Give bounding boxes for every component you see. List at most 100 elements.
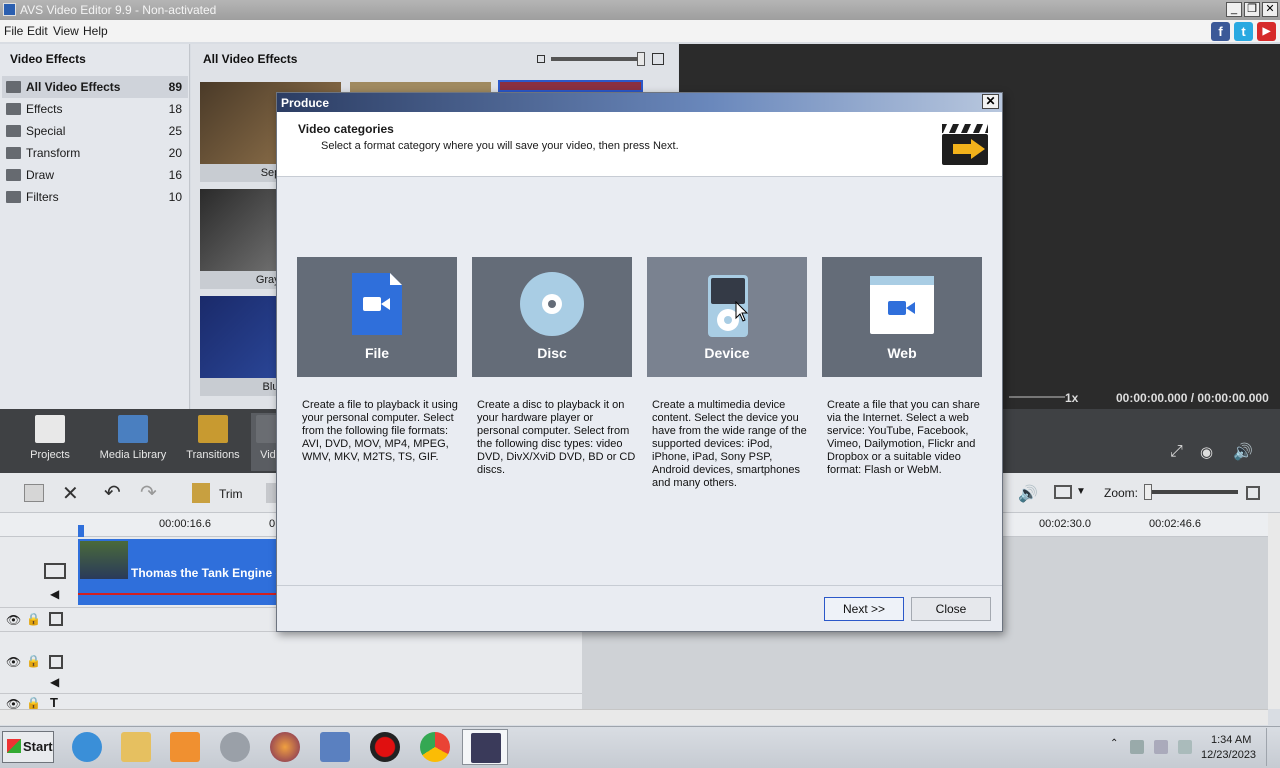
youtube-icon[interactable]: ▶ xyxy=(1257,22,1276,41)
volume-muted-icon[interactable] xyxy=(1178,740,1192,754)
tab-transitions[interactable]: Transitions xyxy=(182,413,244,471)
file-icon xyxy=(352,273,402,335)
taskbar-firefox[interactable] xyxy=(262,729,308,765)
taskbar-media[interactable] xyxy=(162,729,208,765)
category-web-tile[interactable]: Web xyxy=(822,257,982,377)
lock-icon[interactable]: 🔒 xyxy=(26,612,41,626)
category-label: All Video Effects xyxy=(26,80,121,94)
category-disc-tile[interactable]: Disc xyxy=(472,257,632,377)
taskbar-explorer[interactable] xyxy=(113,729,159,765)
vertical-scrollbar[interactable] xyxy=(1268,513,1280,709)
twitter-icon[interactable]: t xyxy=(1234,22,1253,41)
trim-icon[interactable] xyxy=(192,483,210,503)
delete-icon[interactable]: ✕ xyxy=(62,481,79,506)
playhead[interactable] xyxy=(78,525,84,537)
show-desktop-button[interactable] xyxy=(1266,728,1278,766)
aspect-ratio-icon[interactable] xyxy=(1054,485,1072,499)
redo-icon[interactable]: ↷ xyxy=(140,480,157,505)
camera-icon[interactable]: ◉ xyxy=(1200,443,1213,461)
slider-handle[interactable] xyxy=(637,52,645,66)
expand-icon[interactable]: ⤢ xyxy=(1170,443,1183,461)
category-count: 18 xyxy=(168,102,182,116)
menu-file[interactable]: File xyxy=(4,24,23,38)
category-label: Special xyxy=(26,124,66,138)
restore-button[interactable]: ❐ xyxy=(1244,2,1260,17)
lock-icon[interactable]: 🔒 xyxy=(26,696,41,710)
tray-expand-icon[interactable]: ⌃ xyxy=(1110,738,1118,749)
category-all[interactable]: All Video Effects 89 xyxy=(2,76,188,98)
media-player-icon xyxy=(170,732,200,762)
start-button[interactable]: Start xyxy=(2,731,54,763)
category-special[interactable]: Special 25 xyxy=(2,120,188,142)
mute-icon[interactable]: ◀ xyxy=(50,587,59,601)
close-window-button[interactable]: ✕ xyxy=(1262,2,1278,17)
transition-icon xyxy=(198,415,228,443)
zoom-slider[interactable] xyxy=(1148,490,1238,494)
horizontal-scrollbar[interactable] xyxy=(0,709,1268,725)
category-file-tile[interactable]: File xyxy=(297,257,457,377)
chrome-icon xyxy=(420,732,450,762)
dialog-close-icon[interactable]: ✕ xyxy=(982,94,999,109)
thumb-size-slider[interactable] xyxy=(551,57,639,61)
taskbar-avs-editor[interactable] xyxy=(462,729,508,765)
menu-view[interactable]: View xyxy=(53,24,79,38)
film-icon xyxy=(471,733,501,763)
lock-icon[interactable]: 🔒 xyxy=(26,654,41,668)
start-label: Start xyxy=(23,739,53,754)
category-device-description: Create a multimedia device content. Sele… xyxy=(652,399,807,489)
eye-icon[interactable]: 👁 xyxy=(6,613,21,627)
volume-icon[interactable]: 🔊 xyxy=(1233,442,1253,462)
playback-speed[interactable]: 1x xyxy=(1065,391,1078,405)
text-track-icon: T xyxy=(50,695,58,710)
facebook-icon[interactable]: f xyxy=(1211,22,1230,41)
effect-thumb-partial[interactable] xyxy=(350,82,491,92)
zoom-slider-handle[interactable] xyxy=(1144,484,1152,500)
category-count: 89 xyxy=(168,80,182,94)
trim-button[interactable]: Trim xyxy=(219,487,243,501)
dialog-heading: Video categories xyxy=(298,122,394,136)
ruler-tick: 00:02:46.6 xyxy=(1149,518,1201,530)
category-transform[interactable]: Transform 20 xyxy=(2,142,188,164)
minimize-button[interactable]: _ xyxy=(1226,2,1242,17)
taskbar-chrome[interactable] xyxy=(412,729,458,765)
taskbar-app[interactable] xyxy=(312,729,358,765)
category-count: 20 xyxy=(168,146,182,160)
audio-mixer-icon[interactable]: 🔊 xyxy=(1018,484,1038,504)
menu-help[interactable]: Help xyxy=(83,24,108,38)
clock-time[interactable]: 1:34 AM xyxy=(1211,734,1251,746)
effect-thumb-selected[interactable] xyxy=(498,80,643,92)
category-label: Draw xyxy=(26,168,55,182)
record-icon xyxy=(370,732,400,762)
category-effects[interactable]: Effects 18 xyxy=(2,98,188,120)
produce-dialog: Produce ✕ Video categories Select a form… xyxy=(276,92,1003,632)
category-count: 25 xyxy=(168,124,182,138)
category-filters[interactable]: Filters 10 xyxy=(2,186,188,208)
clock-date[interactable]: 12/23/2023 xyxy=(1201,749,1256,761)
small-size-icon[interactable] xyxy=(537,55,545,63)
chevron-down-icon[interactable]: ▼ xyxy=(1076,486,1086,497)
taskbar-chrome-gray[interactable] xyxy=(212,729,258,765)
split-icon[interactable] xyxy=(266,483,276,503)
large-size-icon[interactable] xyxy=(652,53,664,65)
category-draw[interactable]: Draw 16 xyxy=(2,164,188,186)
video-clip[interactable]: Thomas the Tank Engine - xyxy=(78,539,279,605)
action-center-icon[interactable] xyxy=(1154,740,1168,754)
undo-icon[interactable]: ↶ xyxy=(104,480,121,505)
tab-media-library[interactable]: Media Library xyxy=(96,413,170,471)
taskbar-recorder[interactable] xyxy=(362,729,408,765)
network-icon[interactable] xyxy=(1130,740,1144,754)
eye-icon[interactable]: 👁 xyxy=(6,655,21,669)
category-device-tile[interactable]: Device xyxy=(647,257,807,377)
menu-edit[interactable]: Edit xyxy=(27,24,48,38)
mute-icon[interactable]: ◀ xyxy=(50,675,59,689)
windows-logo-icon xyxy=(7,739,21,753)
storyboard-icon[interactable] xyxy=(24,484,44,502)
next-button[interactable]: Next >> xyxy=(824,597,904,621)
category-name: File xyxy=(364,345,390,361)
close-button[interactable]: Close xyxy=(911,597,991,621)
preview-seek-bar[interactable] xyxy=(1009,396,1065,398)
mouse-cursor-icon xyxy=(735,301,749,322)
tab-projects[interactable]: Projects xyxy=(20,413,80,471)
taskbar-ie[interactable] xyxy=(64,729,110,765)
fit-zoom-icon[interactable] xyxy=(1246,486,1260,500)
